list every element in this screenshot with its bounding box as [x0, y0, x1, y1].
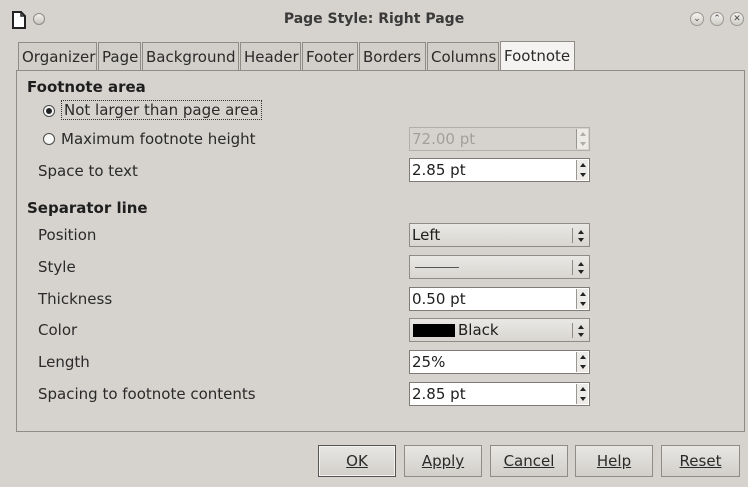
- updown-arrow-icon: [578, 230, 584, 242]
- tab-footnote[interactable]: Footnote: [500, 41, 575, 72]
- maximize-icon[interactable]: ⌃: [710, 12, 724, 26]
- window-title: Page Style: Right Page: [283, 11, 465, 27]
- footnote-panel: [16, 70, 745, 432]
- cancel-button[interactable]: Cancel: [490, 445, 568, 477]
- tab-footer[interactable]: Footer: [302, 42, 358, 71]
- divider: [572, 323, 573, 338]
- style-dropdown[interactable]: [409, 255, 590, 279]
- color-label: Color: [38, 321, 78, 339]
- ok-button[interactable]: OK: [318, 445, 396, 477]
- tab-columns[interactable]: Columns: [427, 42, 499, 71]
- spacing-label: Spacing to footnote contents: [38, 385, 256, 403]
- space-to-text-label: Space to text: [38, 162, 138, 180]
- updown-arrow-icon: [578, 262, 584, 274]
- tab-label: Background: [146, 48, 236, 66]
- position-value: Left: [412, 226, 441, 244]
- tab-label: Borders: [363, 48, 422, 66]
- thickness-field[interactable]: 0.50 pt: [409, 287, 590, 311]
- cancel-label: Cancel: [503, 452, 555, 470]
- separator-line-heading: Separator line: [27, 199, 148, 217]
- spacing-value: 2.85 pt: [412, 385, 466, 403]
- apply-label: Apply: [421, 452, 465, 470]
- spacing-field[interactable]: 2.85 pt: [409, 382, 590, 406]
- divider: [572, 228, 573, 243]
- not-larger-radio[interactable]: [43, 105, 55, 117]
- tab-label: Header: [244, 48, 299, 66]
- tab-label: Footnote: [504, 47, 571, 65]
- max-height-spinner: [576, 129, 588, 149]
- ok-label: OK: [346, 452, 368, 470]
- divider: [572, 260, 573, 275]
- footnote-area-heading: Footnote area: [27, 78, 146, 96]
- title-bar: Page Style: Right Page ⌄ ⌃ ✕: [0, 0, 748, 40]
- max-height-label[interactable]: Maximum footnote height: [61, 130, 256, 148]
- color-value: Black: [458, 321, 499, 339]
- color-swatch: [413, 324, 455, 337]
- tab-borders[interactable]: Borders: [359, 42, 426, 71]
- reset-label: Reset: [679, 452, 722, 470]
- tab-page[interactable]: Page: [98, 42, 141, 71]
- thickness-value: 0.50 pt: [412, 290, 466, 308]
- thickness-spinner[interactable]: [576, 289, 588, 309]
- close-icon[interactable]: ✕: [730, 12, 744, 26]
- style-label: Style: [38, 258, 76, 276]
- tab-background[interactable]: Background: [142, 42, 239, 71]
- space-to-text-field[interactable]: 2.85 pt: [409, 158, 590, 182]
- position-label: Position: [38, 226, 97, 244]
- space-to-text-spinner[interactable]: [576, 160, 588, 180]
- apply-button[interactable]: Apply: [404, 445, 482, 477]
- tab-label: Page: [102, 48, 139, 66]
- max-height-field: 72.00 pt: [409, 127, 590, 151]
- tab-header[interactable]: Header: [240, 42, 301, 71]
- not-larger-label[interactable]: Not larger than page area: [61, 100, 262, 120]
- space-to-text-value: 2.85 pt: [412, 161, 466, 179]
- position-dropdown[interactable]: Left: [409, 223, 590, 247]
- max-height-radio[interactable]: [43, 133, 55, 145]
- minimize-icon[interactable]: ⌄: [690, 12, 704, 26]
- reset-button[interactable]: Reset: [661, 445, 740, 477]
- help-label: Help: [596, 452, 632, 470]
- thickness-label: Thickness: [38, 290, 113, 308]
- length-value: 25%: [412, 353, 446, 371]
- tab-label: Organizer: [22, 48, 96, 66]
- tab-label: Columns: [431, 48, 497, 66]
- updown-arrow-icon: [578, 325, 584, 337]
- max-height-value: 72.00 pt: [412, 130, 476, 148]
- color-dropdown[interactable]: Black: [409, 318, 590, 342]
- spacing-spinner[interactable]: [576, 384, 588, 404]
- length-spinner[interactable]: [576, 352, 588, 372]
- length-label: Length: [38, 353, 90, 371]
- length-field[interactable]: 25%: [409, 350, 590, 374]
- not-larger-text: Not larger than page area: [61, 100, 262, 120]
- help-button[interactable]: Help: [575, 445, 653, 477]
- line-style-sample: [415, 267, 459, 268]
- tab-organizer[interactable]: Organizer: [18, 42, 97, 71]
- tab-label: Footer: [306, 48, 354, 66]
